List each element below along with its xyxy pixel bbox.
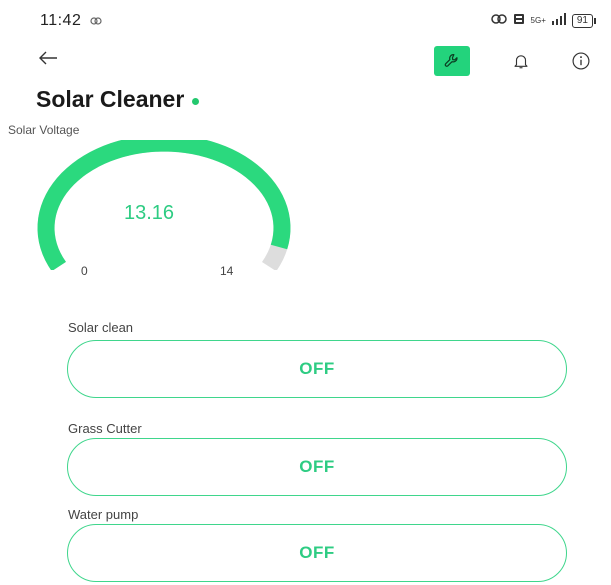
hotspot-icon <box>490 13 507 28</box>
page-title: Solar Cleaner <box>36 86 185 112</box>
status-time: 11:42 <box>40 12 82 29</box>
switch-label-grass-cutter: Grass Cutter <box>68 421 142 436</box>
switch-state: OFF <box>299 543 335 562</box>
switch-label-solar-clean: Solar clean <box>68 320 134 335</box>
status-icons: 5G+ 91 <box>490 13 597 28</box>
gauge-value: 13.16 <box>124 202 175 224</box>
info-icon <box>572 52 590 70</box>
gauge-label: Solar Voltage <box>8 123 80 137</box>
online-status-dot <box>192 98 200 105</box>
back-button[interactable] <box>36 46 66 76</box>
settings-button[interactable] <box>434 46 470 76</box>
battery-indicator: 91 <box>571 13 597 28</box>
signal-icon <box>551 13 566 28</box>
solar-clean-switch[interactable]: OFF <box>67 340 567 398</box>
app-bar <box>0 44 611 80</box>
switch-state: OFF <box>299 457 335 476</box>
arrow-left-icon <box>39 51 57 65</box>
switch-state: OFF <box>299 359 335 378</box>
app-screen: 11:42 5G+ 91 Solar Cleaner Solar Voltage… <box>0 0 611 585</box>
voltage-gauge: 13.16 0 14 <box>28 140 300 278</box>
link-status-icon <box>90 14 102 29</box>
gauge-max-label: 14 <box>220 264 234 278</box>
page-title-row: Solar Cleaner <box>36 86 200 113</box>
wrench-icon <box>444 54 458 67</box>
info-button[interactable] <box>568 48 594 74</box>
water-pump-switch[interactable]: OFF <box>67 524 567 582</box>
grass-cutter-switch[interactable]: OFF <box>67 438 567 496</box>
network-type-label: 5G+ <box>530 15 546 25</box>
switch-label-water-pump: Water pump <box>68 507 139 522</box>
sim-icon <box>513 13 525 28</box>
status-bar: 11:42 5G+ 91 <box>0 10 611 40</box>
gauge-min-label: 0 <box>81 264 88 278</box>
bell-icon <box>514 55 528 69</box>
notifications-button[interactable] <box>508 48 534 74</box>
